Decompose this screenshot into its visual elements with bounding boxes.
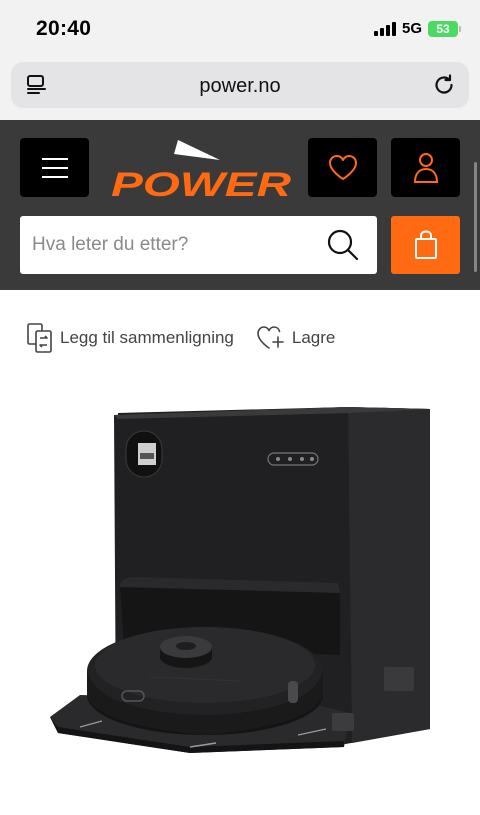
status-bar: 20:40 5G 53 — [0, 0, 480, 58]
power-logo[interactable]: POWER — [108, 138, 294, 200]
compare-icon — [27, 323, 52, 353]
address-bar[interactable]: power.no — [11, 62, 469, 108]
reload-icon[interactable] — [431, 72, 457, 98]
status-indicators: 5G 53 — [373, 20, 461, 37]
hamburger-menu-icon — [41, 157, 68, 178]
browser-toolbar: power.no — [0, 58, 480, 120]
search-input[interactable] — [32, 216, 322, 274]
account-button[interactable] — [391, 138, 460, 197]
heart-icon — [328, 154, 357, 180]
shopping-bag-icon — [414, 230, 437, 259]
battery-level: 53 — [436, 21, 450, 36]
heart-plus-icon — [257, 326, 284, 349]
search-box[interactable] — [20, 216, 377, 274]
menu-button[interactable] — [20, 138, 89, 197]
product-actions: Legg til sammenligning Lagre — [26, 322, 335, 354]
wishlist-button[interactable] — [308, 138, 377, 197]
url-text[interactable]: power.no — [11, 75, 469, 98]
compare-label: Legg til sammenligning — [60, 328, 234, 347]
product-image[interactable] — [40, 395, 440, 775]
logo-text: POWER — [111, 166, 292, 200]
cart-button[interactable] — [391, 216, 460, 274]
save-button[interactable]: Lagre — [256, 325, 335, 351]
battery-icon: 53 — [428, 20, 461, 37]
signal-icon — [373, 21, 396, 36]
site-header: POWER — [0, 120, 480, 290]
user-icon — [413, 152, 438, 183]
status-time: 20:40 — [36, 17, 92, 40]
network-type: 5G — [401, 20, 422, 37]
scroll-indicator — [474, 162, 477, 272]
search-icon[interactable] — [327, 229, 359, 261]
compare-button[interactable]: Legg til sammenligning — [26, 322, 234, 354]
save-label: Lagre — [291, 328, 336, 347]
